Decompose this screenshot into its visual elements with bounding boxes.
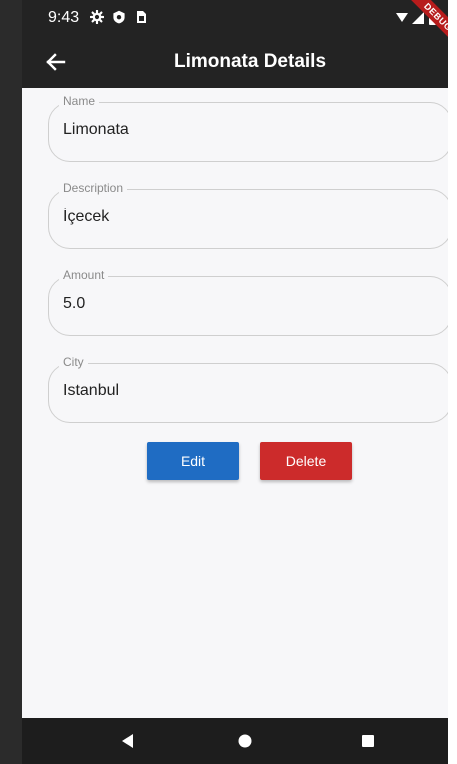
status-time: 9:43 (48, 9, 80, 26)
square-recents-icon[interactable] (358, 731, 378, 751)
name-field[interactable]: Name (48, 94, 448, 162)
play-protect-icon (113, 10, 125, 24)
phone-screen: 9:43 Limonata Details DEBUG Name Limonat… (22, 0, 448, 764)
edit-button[interactable]: Edit (147, 442, 239, 480)
navigation-bar (22, 718, 448, 764)
name-input[interactable] (63, 121, 423, 139)
sim-card-icon (137, 11, 146, 23)
circle-home-icon[interactable] (235, 731, 255, 751)
app-bar: Limonata Details (22, 36, 448, 88)
city-field-label: City (59, 355, 88, 369)
description-field-label: Description (59, 181, 128, 195)
device-right-edge (448, 0, 457, 764)
description-input[interactable] (63, 208, 423, 226)
settings-icon (90, 10, 104, 24)
device-left-edge (0, 0, 22, 764)
description-field[interactable]: Description (48, 181, 448, 249)
name-field-label: Name (59, 94, 100, 108)
triangle-back-icon[interactable] (118, 731, 138, 751)
status-bar: 9:43 (22, 0, 448, 36)
signal-battery-icons (396, 10, 436, 25)
city-input[interactable] (63, 382, 423, 400)
amount-field[interactable]: Amount (48, 268, 448, 336)
amount-input[interactable] (63, 295, 423, 313)
city-field[interactable]: City (48, 355, 448, 423)
delete-button[interactable]: Delete (260, 442, 352, 480)
page-title: Limonata Details (173, 51, 327, 72)
amount-field-label: Amount (59, 268, 109, 282)
